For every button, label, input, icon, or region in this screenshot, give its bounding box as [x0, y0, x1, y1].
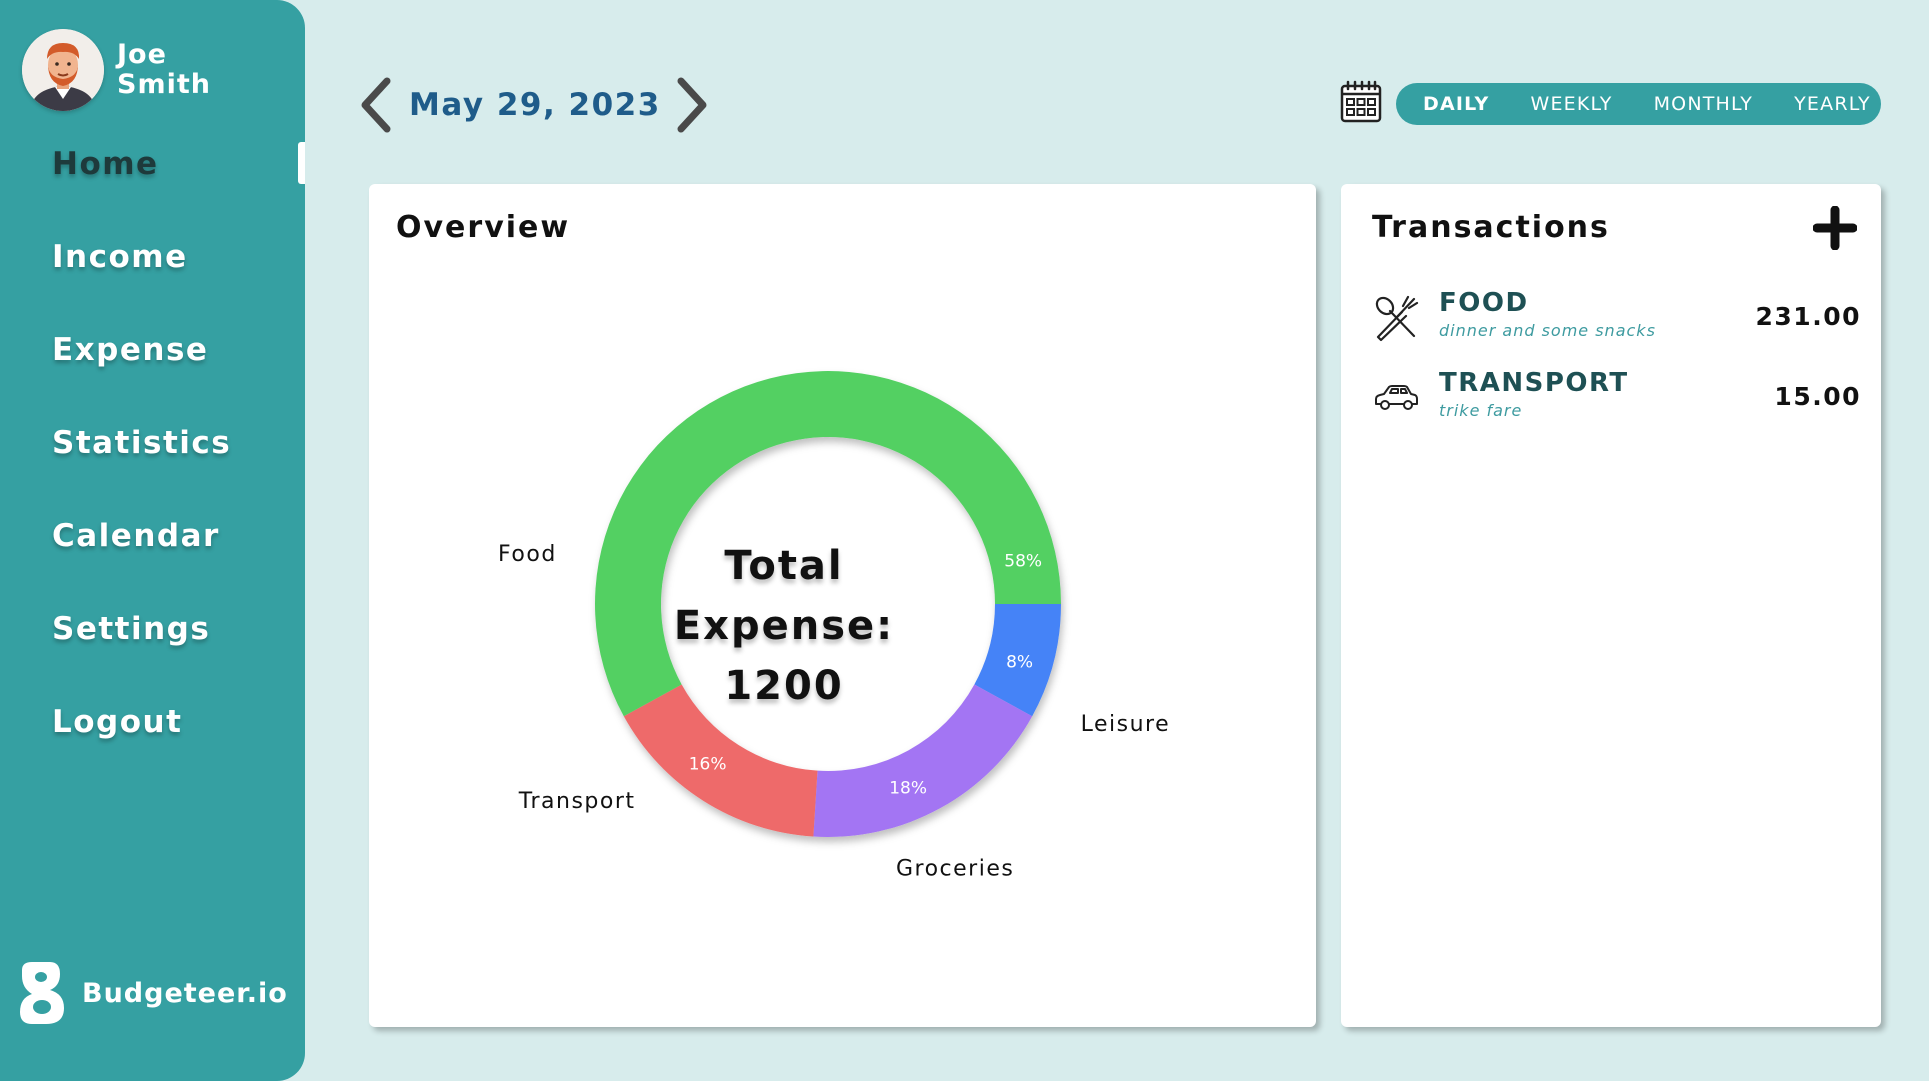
transaction-note: dinner and some snacks	[1439, 321, 1656, 340]
total-expense-value: 1200	[724, 663, 844, 709]
donut-percent-label: 18%	[889, 778, 927, 798]
overview-card: Overview 8% Leisure 18% Groceries 16% Transpo…	[369, 184, 1316, 1027]
brand-name: Budgeteer.io	[82, 977, 288, 1009]
brand-logo-icon	[20, 962, 64, 1024]
user-first-name: Joe	[117, 39, 167, 70]
nav-item-income[interactable]: Income	[52, 239, 188, 275]
donut-category-label: Leisure	[1081, 712, 1171, 737]
nav-item-settings[interactable]: Settings	[52, 611, 210, 647]
total-expense-label: Total Expense: 1200	[649, 536, 919, 716]
user-name: Joe Smith	[117, 40, 227, 100]
active-nav-indicator	[298, 142, 305, 184]
car-icon	[1375, 385, 1418, 410]
sidebar: Joe Smith Home Income Expense Statistics…	[0, 0, 305, 1081]
nav-item-statistics[interactable]: Statistics	[52, 425, 231, 461]
donut-percent-label: 8%	[1006, 652, 1033, 672]
avatar[interactable]	[22, 29, 104, 111]
tab-yearly[interactable]: YEARLY	[1794, 93, 1871, 115]
current-date: May 29, 2023	[409, 87, 661, 123]
user-profile[interactable]: Joe Smith	[22, 29, 227, 111]
date-navigator: May 29, 2023	[355, 74, 713, 136]
transaction-amount: 231.00	[1755, 302, 1861, 331]
fork-knife-icon	[1375, 295, 1419, 342]
transaction-amount: 15.00	[1774, 382, 1861, 411]
donut-category-label: Groceries	[896, 856, 1014, 881]
transaction-category: FOOD	[1439, 288, 1529, 318]
tab-daily[interactable]: DAILY	[1423, 93, 1489, 115]
donut-category-label: Transport	[518, 789, 636, 814]
transactions-title: Transactions	[1372, 210, 1610, 245]
period-selector: DAILY WEEKLY MONTHLY YEARLY	[1396, 83, 1881, 125]
transaction-note: trike fare	[1439, 401, 1523, 420]
brand: Budgeteer.io	[18, 962, 288, 1024]
transaction-item[interactable]: FOOD dinner and some snacks 231.00	[1341, 288, 1881, 350]
user-last-name: Smith	[117, 69, 211, 100]
donut-category-label: Food	[498, 542, 557, 567]
add-transaction-button[interactable]	[1813, 206, 1857, 250]
total-expense-line-1: Total	[724, 543, 844, 589]
nav-item-calendar[interactable]: Calendar	[52, 518, 220, 554]
nav-item-logout[interactable]: Logout	[52, 704, 182, 740]
nav-item-home[interactable]: Home	[52, 146, 159, 182]
donut-percent-label: 16%	[689, 755, 727, 775]
transaction-category: TRANSPORT	[1439, 368, 1629, 398]
total-expense-line-2: Expense:	[673, 603, 895, 649]
tab-monthly[interactable]: MONTHLY	[1654, 93, 1754, 115]
nav-item-expense[interactable]: Expense	[52, 332, 208, 368]
transaction-item[interactable]: TRANSPORT trike fare 15.00	[1341, 368, 1881, 430]
tab-weekly[interactable]: WEEKLY	[1530, 93, 1612, 115]
chevron-left-icon[interactable]	[355, 75, 395, 135]
transactions-card: Transactions FOOD dinner and some snacks…	[1341, 184, 1881, 1027]
donut-percent-label: 58%	[1004, 551, 1042, 571]
chevron-right-icon[interactable]	[673, 75, 713, 135]
calendar-icon[interactable]	[1339, 80, 1383, 124]
